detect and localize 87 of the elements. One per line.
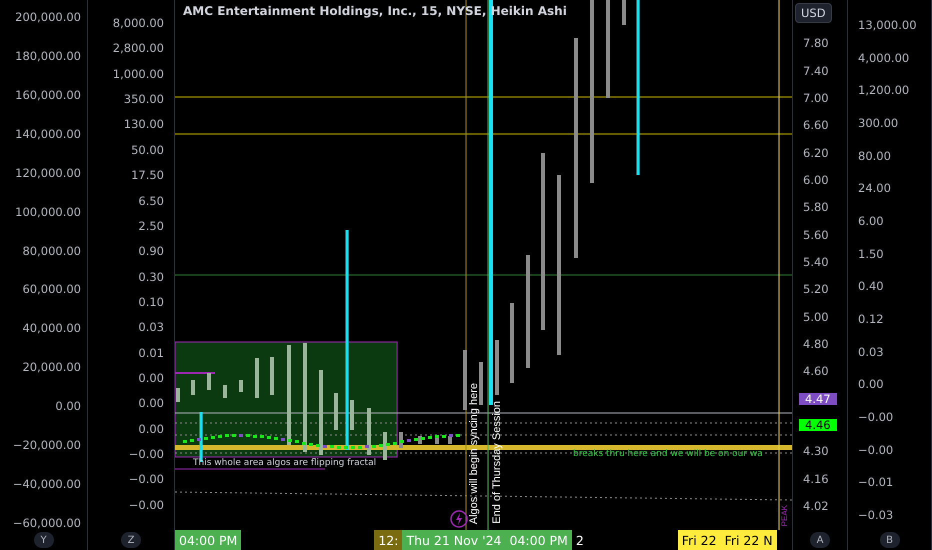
price-axis-label: 5.40: [803, 256, 829, 269]
price-axis-label: 5.00: [803, 310, 829, 324]
price-axis-label: 4.30: [803, 445, 829, 458]
price-axis-label: 0.00: [138, 397, 164, 410]
price-axis-label: −40,000.00: [12, 478, 81, 492]
price-axis-label: 180,000.00: [15, 50, 81, 63]
price-axis-label: 7.40: [803, 64, 829, 78]
time-axis-label: 12:: [378, 532, 398, 548]
price-axis-label: 0.03: [858, 346, 884, 359]
price-axis-label: 0.03: [138, 321, 164, 334]
price-axis-label: 120,000.00: [15, 166, 81, 180]
price-axis-label: −60,000.00: [12, 516, 81, 530]
price-axis-label: 8,000.00: [112, 17, 164, 30]
time-axis-label: Fri 22: [682, 532, 717, 548]
price-axis-label: 0.00: [138, 422, 164, 436]
price-axis-label: 130.00: [124, 118, 164, 132]
price-axis-label: 200,000.00: [15, 11, 81, 24]
price-axis-label: 4.80: [803, 338, 829, 351]
price-axis-label: 60,000.00: [22, 283, 81, 296]
price-axis-label: 2.50: [138, 220, 164, 233]
price-axis-label: 4.16: [803, 472, 829, 486]
price-axis-label: 1,000.00: [112, 68, 164, 81]
price-axis-label: 6.00: [858, 214, 884, 228]
axis-button[interactable]: Y: [34, 532, 54, 548]
time-axis-label: Thu 21 Nov '24: [406, 532, 502, 548]
level-line: [175, 372, 215, 374]
time-axis-label: 04:00 PM: [510, 532, 568, 548]
price-axis-label: 0.12: [858, 312, 884, 326]
lightning-icon: [450, 510, 468, 528]
price-tag: 4.47: [799, 392, 837, 405]
price-axis-label: −20,000.00: [12, 439, 81, 452]
price-axis-label: 40,000.00: [22, 322, 81, 336]
price-axis-label: −0.00: [858, 410, 894, 424]
price-axis-label: 100,000.00: [15, 206, 81, 219]
price-axis-label: 0.40: [858, 280, 884, 294]
axis-button[interactable]: B: [880, 532, 900, 548]
price-axis-label: 0.01: [138, 346, 164, 360]
price-axis-label: 1,200.00: [858, 84, 910, 98]
chart-annotation: This whole area algos are flipping fractal: [193, 458, 376, 468]
price-axis-label: 6.60: [803, 119, 829, 132]
time-axis-label: 04:00 PM: [179, 532, 238, 548]
price-axis-label: 50.00: [131, 144, 164, 157]
price-axis-label: −0.01: [858, 476, 894, 490]
price-axis-label: 7.80: [803, 37, 829, 50]
price-axis-label: 0.00: [55, 400, 81, 414]
chart-annotation: breaks thru here and we will be on our wa: [573, 449, 763, 459]
price-axis-label: 6.20: [803, 146, 829, 160]
price-axis-label: 350.00: [124, 93, 164, 106]
price-axis-label: 5.60: [803, 228, 829, 242]
price-axis-label: 4,000.00: [858, 52, 910, 65]
price-axis-label: −0.00: [128, 498, 164, 512]
peak-label: PEAK: [780, 504, 789, 526]
price-axis-label: −0.03: [858, 508, 894, 522]
price-axis-label: −0.00: [858, 444, 894, 457]
price-axis-label: 2,800.00: [112, 42, 164, 56]
price-axis-label: 4.02: [803, 500, 829, 513]
vertical-annotation: End of Thursday Session: [491, 401, 503, 524]
price-axis-label: 0.10: [138, 296, 164, 309]
price-axis-label: 0.30: [138, 270, 164, 284]
price-axis-label: 0.90: [138, 245, 164, 258]
price-axis-label: 0.00: [858, 378, 884, 392]
price-axis-label: 300.00: [858, 116, 898, 130]
price-tag: 4.46: [799, 418, 837, 431]
price-axis-label: 20,000.00: [22, 361, 81, 374]
time-axis-label: Fri 22 N: [724, 532, 773, 548]
price-axis-label: 17.50: [131, 169, 164, 182]
price-axis-label: 80.00: [858, 150, 891, 163]
price-axis-label: 160,000.00: [15, 88, 81, 102]
price-axis-label: 0.00: [138, 372, 164, 386]
price-axis-label: 6.50: [138, 194, 164, 208]
price-axis-label: 24.00: [858, 182, 891, 196]
price-axis-label: 140,000.00: [15, 128, 81, 141]
price-axis-label: 5.20: [803, 283, 829, 296]
axis-button[interactable]: Z: [121, 532, 141, 548]
price-axis-label: −0.00: [128, 473, 164, 486]
price-axis-label: 80,000.00: [22, 244, 81, 258]
time-axis-label: 2: [576, 532, 584, 548]
price-axis-label: 1.50: [858, 248, 884, 261]
price-axis-label: 5.80: [803, 201, 829, 214]
price-axis-label: −0.00: [128, 448, 164, 462]
axis-button[interactable]: A: [810, 532, 830, 548]
price-axis-label: 6.00: [803, 174, 829, 187]
price-axis-label: 4.60: [803, 365, 829, 378]
vertical-annotation: Algos will begin syncing here: [468, 382, 480, 524]
currency-button[interactable]: USD: [795, 3, 832, 23]
price-axis-label: 13,000.00: [858, 19, 917, 32]
price-axis-label: 7.00: [803, 92, 829, 105]
